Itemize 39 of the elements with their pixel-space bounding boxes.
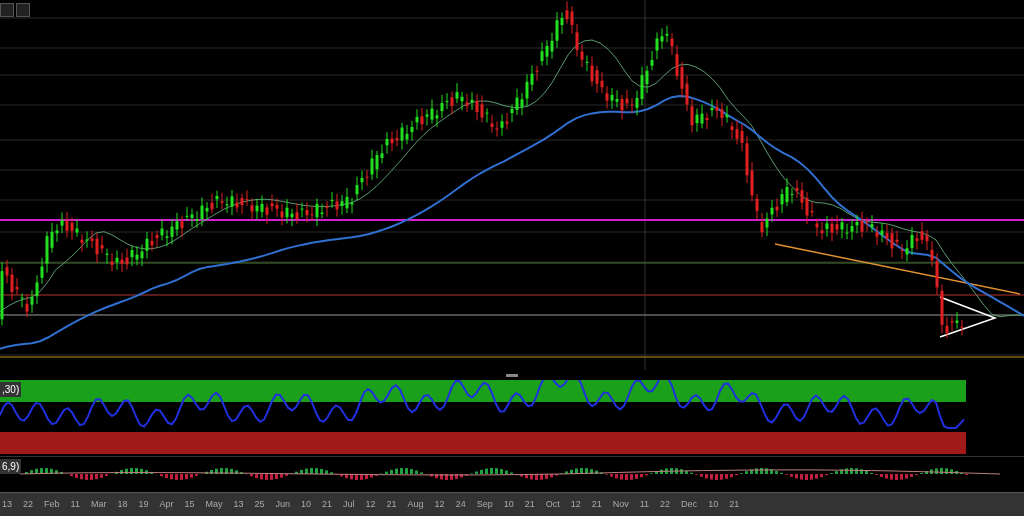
axis-label: 10 — [301, 497, 312, 511]
axis-label: 21 — [322, 497, 333, 511]
triangle-pattern — [939, 296, 998, 338]
indicator-label: 6,9) — [0, 459, 22, 474]
axis-label: 19 — [138, 497, 149, 511]
axis-label: 18 — [117, 497, 128, 511]
axis-label: Dec — [681, 497, 698, 511]
axis-label: 22 — [23, 497, 34, 511]
axis-label: 25 — [254, 497, 265, 511]
panel-resize-handle[interactable] — [506, 373, 518, 377]
indicator-label: ,30) — [0, 382, 22, 397]
axis-label: Oct — [545, 497, 560, 511]
axis-label: 21 — [524, 497, 535, 511]
axis-label: 11 — [70, 497, 80, 511]
axis-label: 10 — [503, 497, 514, 511]
axis-label: 11 — [639, 497, 650, 511]
axis-label: Jun — [275, 497, 290, 511]
axis-label: 12 — [365, 497, 376, 511]
axis-label: 12 — [570, 497, 581, 511]
axis-label: 10 — [708, 497, 719, 511]
axis-label: Aug — [407, 497, 424, 511]
axis-label: Nov — [612, 497, 629, 511]
axis-label: Sep — [476, 497, 493, 511]
axis-label: 13 — [233, 497, 244, 511]
axis-label: May — [205, 497, 223, 511]
axis-label: 12 — [434, 497, 445, 511]
axis-label: 21 — [729, 497, 740, 511]
axis-label: Jul — [343, 497, 355, 511]
axis-label: Feb — [44, 497, 60, 511]
axis-label: Apr — [159, 497, 174, 511]
axis-label: 13 — [2, 497, 12, 511]
axis-label: 24 — [455, 497, 466, 511]
axis-label: 21 — [386, 497, 397, 511]
axis-label: 21 — [591, 497, 602, 511]
toolbar-icon[interactable] — [0, 3, 14, 17]
axis-label: 22 — [660, 497, 671, 511]
axis-label: Mar — [90, 497, 107, 511]
axis-label: 15 — [184, 497, 195, 511]
toolbar-icon[interactable] — [16, 3, 30, 17]
